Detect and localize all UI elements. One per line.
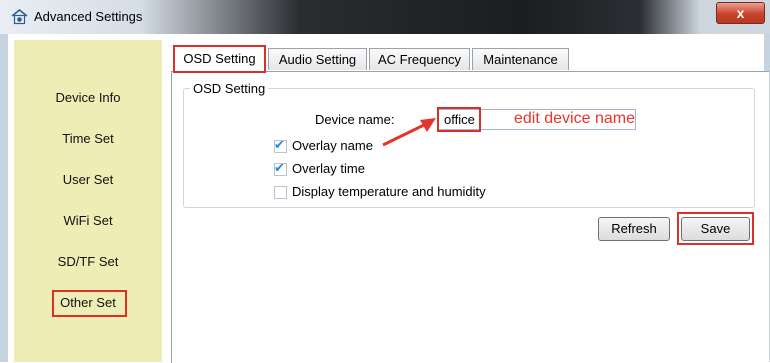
annotation-arrow (382, 118, 436, 147)
tab-audio-setting[interactable]: Audio Setting (268, 48, 367, 70)
other-set-highlight-box (52, 290, 127, 317)
window-title: Advanced Settings (34, 9, 143, 24)
device-name-highlight-box (437, 107, 481, 132)
tab-maintenance[interactable]: Maintenance (472, 48, 569, 70)
display-temperature-humidity-checkbox[interactable] (274, 186, 287, 199)
tab-ac-frequency[interactable]: AC Frequency (369, 48, 470, 70)
sidebar-item-time-set[interactable]: Time Set (14, 131, 162, 146)
sidebar-item-sdtf-set[interactable]: SD/TF Set (14, 254, 162, 269)
osd-tab-highlight-box (173, 45, 266, 73)
app-camera-icon (11, 8, 28, 25)
close-button[interactable]: x (716, 2, 765, 24)
sidebar-item-wifi-set[interactable]: WiFi Set (14, 213, 162, 228)
overlay-name-checkbox[interactable]: ✔ (274, 138, 287, 153)
display-temperature-humidity-label: Display temperature and humidity (292, 184, 486, 199)
sidebar-item-device-info[interactable]: Device Info (14, 90, 162, 105)
sidebar-item-user-set[interactable]: User Set (14, 172, 162, 187)
overlay-time-checkbox[interactable]: ✔ (274, 161, 287, 176)
edit-device-name-annotation: edit device name (514, 110, 635, 127)
save-highlight-box (677, 212, 754, 245)
refresh-button[interactable]: Refresh (598, 217, 670, 241)
overlay-name-label: Overlay name (292, 138, 373, 153)
overlay-time-label: Overlay time (292, 161, 365, 176)
osd-group-title: OSD Setting (190, 81, 269, 96)
checkmark-icon: ✔ (274, 161, 285, 176)
checkmark-icon: ✔ (274, 138, 285, 153)
